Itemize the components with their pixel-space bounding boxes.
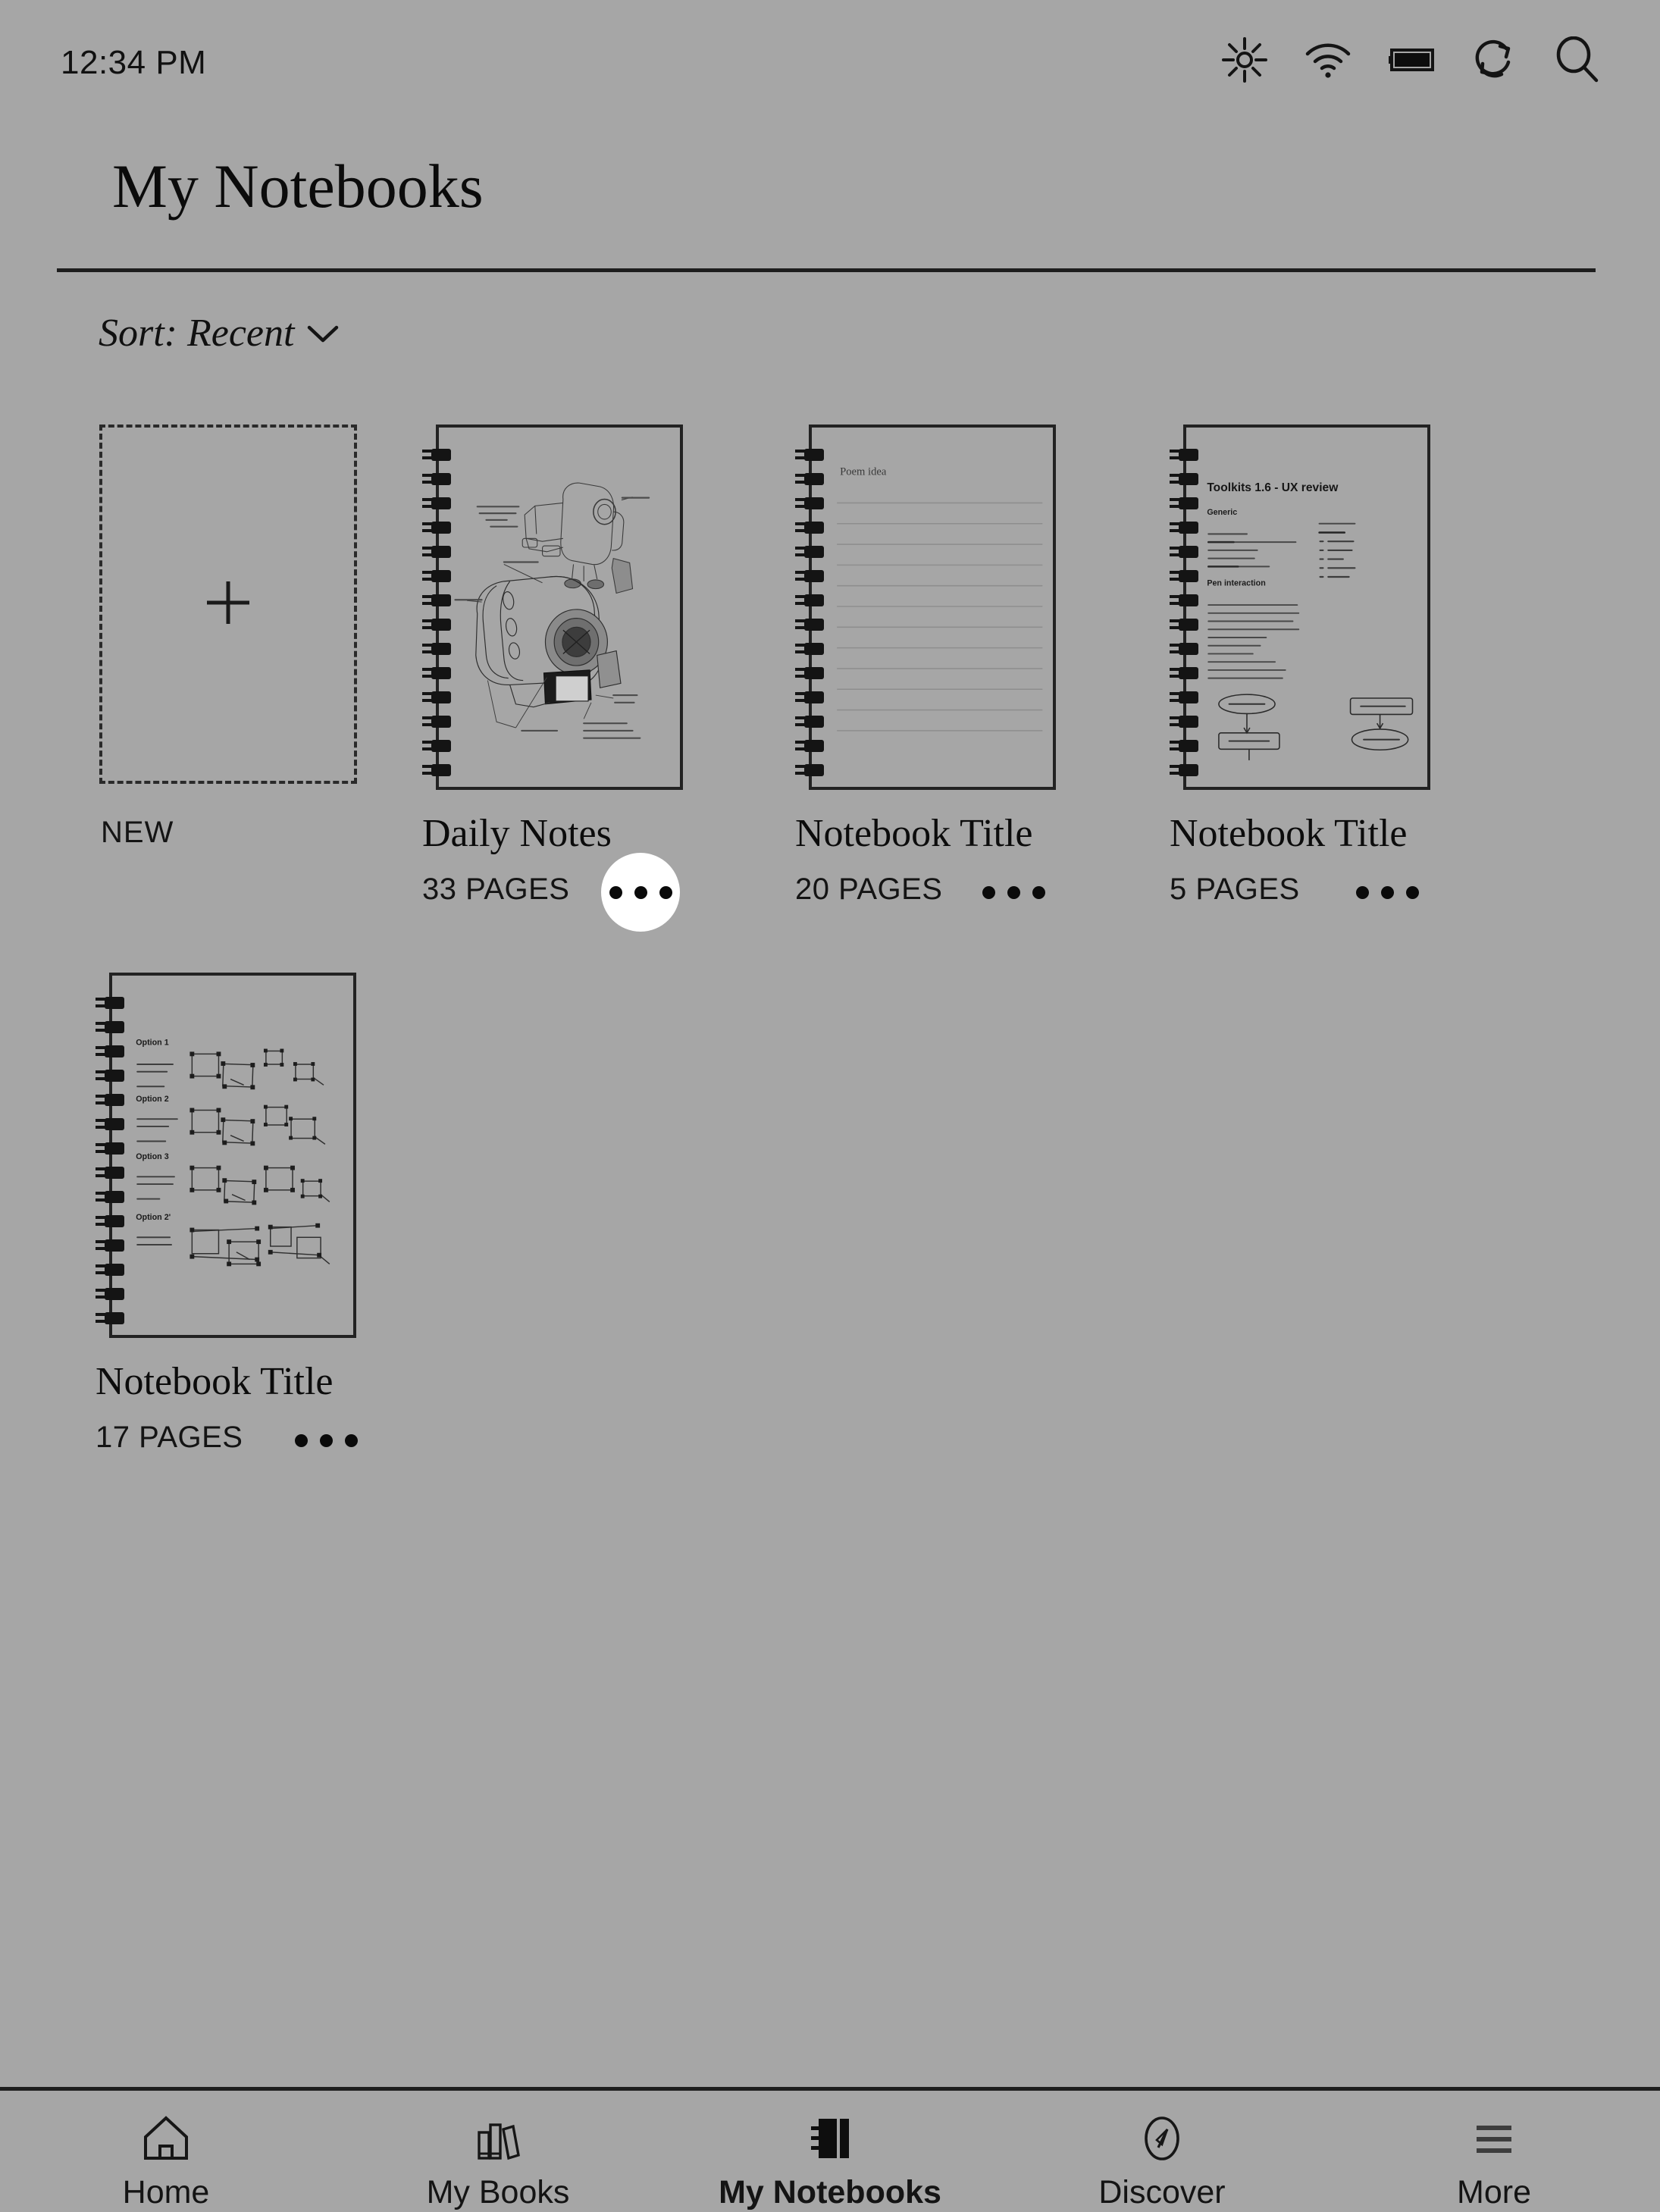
thumbnail-section: Option 2 [136,1095,169,1104]
notebook-card[interactable]: Daily Notes 33 PAGES [382,425,766,932]
notebook-page [436,425,683,790]
notebook-more-button[interactable] [1348,853,1427,932]
notebook-title: Daily Notes [422,812,612,855]
notebook-title: Notebook Title [795,812,1033,855]
more-dot [1381,885,1395,899]
notebook-page-count: 20 PAGES [795,872,943,906]
thumbnail-section: Pen interaction [1207,579,1265,588]
chevron-down-icon [306,323,340,348]
home-icon [141,2112,191,2165]
more-dot [344,1433,358,1447]
notebook-page-count: 33 PAGES [422,872,570,906]
wifi-icon[interactable] [1305,42,1351,82]
nav-item-more[interactable]: More [1373,2112,1615,2211]
compass-icon [1137,2112,1187,2165]
new-notebook-card[interactable]: NEW [0,425,384,850]
more-dot [659,885,672,899]
more-dot [294,1433,308,1447]
hamburger-icon [1469,2112,1519,2165]
nav-label: Discover [1098,2174,1226,2210]
notebook-grid: NEW Daily Notes 33 PAGES Poem idea Noteb… [0,425,1660,1462]
notebook-page-count: 5 PAGES [1170,872,1300,906]
notebook-thumbnail[interactable]: Toolkits 1.6 - UX review Generic Pen int… [1170,425,1430,790]
plus-icon [201,575,255,634]
page-title: My Notebooks [112,152,484,221]
notebook-page-count: 17 PAGES [96,1420,243,1454]
notebook-thumbnail[interactable]: Option 1 Option 2 Option 3 Option 2' [96,973,356,1338]
thumbnail-section: Option 3 [136,1152,169,1161]
more-dot [1406,885,1420,899]
notebook-grid-row: NEW Daily Notes 33 PAGES Poem idea Noteb… [0,425,1660,932]
ux-review-page: Toolkits 1.6 - UX review Generic Pen int… [1207,481,1414,760]
nav-label: My Books [426,2174,570,2210]
new-notebook-dropzone[interactable] [99,425,357,784]
nav-item-home[interactable]: Home [45,2112,287,2211]
thumbnail-section: Option 2' [136,1213,171,1222]
more-dot [609,885,622,899]
nav-item-my-notebooks[interactable]: My Notebooks [709,2112,951,2211]
notebook-thumbnail[interactable] [422,425,683,790]
notebook-more-button[interactable] [287,1401,365,1480]
new-notebook-label: NEW [101,816,174,849]
notebook-title: Notebook Title [96,1360,334,1403]
more-dot [1007,885,1020,899]
battery-icon[interactable] [1389,46,1436,77]
notebook-card[interactable]: Toolkits 1.6 - UX review Generic Pen int… [1149,425,1533,913]
sync-icon[interactable] [1473,38,1517,86]
notebook-icon [805,2112,855,2165]
sketch-machinery [454,482,650,739]
nav-label: Home [122,2174,210,2210]
status-bar: 12:34 PM [0,0,1660,140]
notebook-grid-row: Option 1 Option 2 Option 3 Option 2' Not… [0,973,1660,1462]
sort-dropdown[interactable]: Sort: Recent [99,311,340,356]
books-icon [473,2112,523,2165]
brightness-icon[interactable] [1222,37,1267,86]
thumbnail-section: Option 1 [136,1039,169,1048]
nav-label: More [1457,2174,1531,2210]
wireframe-options-page: Option 1 Option 2 Option 3 Option 2' [136,1039,330,1267]
notebook-card[interactable]: Option 1 Option 2 Option 3 Option 2' Not… [0,973,384,1462]
notebook-meta: 17 PAGES [96,1413,384,1462]
notebook-more-button[interactable] [974,853,1053,932]
status-icon-group [1222,36,1601,87]
nav-item-my-books[interactable]: My Books [377,2112,619,2211]
search-icon[interactable] [1554,36,1601,87]
notebook-card[interactable]: Poem idea Notebook Title 20 PAGES [766,425,1149,913]
notebook-meta: 20 PAGES [795,865,1149,913]
notebook-page: Toolkits 1.6 - UX review Generic Pen int… [1183,425,1430,790]
thumbnail-section: Generic [1207,508,1237,517]
thumbnail-heading: Poem idea [840,465,887,478]
nav-label: My Notebooks [719,2174,941,2210]
sort-label: Sort: Recent [99,312,295,355]
header-divider [57,268,1596,272]
status-time: 12:34 PM [61,43,207,81]
more-dot [319,1433,333,1447]
more-dot [634,885,647,899]
bottom-navigation: Home My Books My Notebooks Discover More [0,2091,1660,2212]
thumbnail-heading: Toolkits 1.6 - UX review [1207,481,1339,494]
more-dot [982,885,995,899]
more-dot [1032,885,1045,899]
notebook-thumbnail[interactable]: Poem idea [795,425,1056,790]
nav-item-discover[interactable]: Discover [1041,2112,1283,2211]
notebook-page: Option 1 Option 2 Option 3 Option 2' [109,973,356,1338]
more-dot [1356,885,1370,899]
notebook-more-button[interactable] [601,853,681,932]
notebook-meta: 5 PAGES [1170,865,1533,913]
notebook-page: Poem idea [809,425,1056,790]
notebook-meta: 33 PAGES [422,853,766,932]
lined-page: Poem idea [837,465,1043,732]
notebook-title: Notebook Title [1170,812,1408,855]
